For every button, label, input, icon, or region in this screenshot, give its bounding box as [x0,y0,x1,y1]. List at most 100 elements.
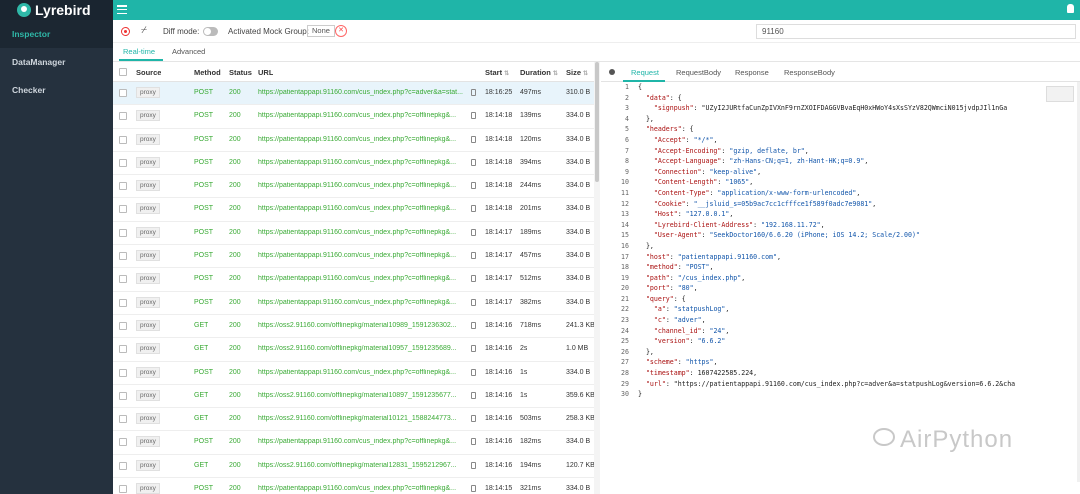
row-checkbox[interactable] [119,158,127,167]
table-row[interactable]: proxy GET 200 https://oss2.91160.com/offlin… [113,315,599,339]
url-cell[interactable]: https://patientappapi.91160.com/cus_inde… [258,299,468,306]
url-cell[interactable]: https://patientappapi.91160.com/cus_inde… [258,369,468,376]
table-row[interactable]: proxy POST 200 https://patientappapi.91160.… [113,478,599,494]
row-checkbox[interactable] [119,415,127,424]
copy-icon[interactable] [471,158,476,166]
table-row[interactable]: proxy POST 200 https://patientappapi.91160.… [113,362,599,385]
url-cell[interactable]: https://patientappapi.91160.com/cus_inde… [258,275,468,282]
table-row[interactable]: proxy POST 200 https://patientappapi.91160.… [113,268,599,292]
copy-icon[interactable] [471,438,476,446]
record-icon[interactable] [121,27,130,36]
column-header-start[interactable]: Start ⇅ [485,68,509,77]
table-row[interactable]: proxy POST 200 https://patientappapi.91160.… [113,222,599,246]
table-row[interactable]: proxy POST 200 https://patientappapi.91160.… [113,245,599,269]
copy-icon[interactable] [471,321,476,329]
clear-icon[interactable]: ⌿ [141,25,147,36]
copy-icon[interactable] [471,112,476,120]
table-row[interactable]: proxy GET 200 https://oss2.91160.com/offlin… [113,385,599,409]
notification-bell-icon[interactable] [1067,4,1074,13]
mock-group-value[interactable]: None [307,25,335,37]
copy-icon[interactable] [471,228,476,236]
table-row[interactable]: proxy POST 200 https://patientappapi.91160.… [113,431,599,455]
table-row[interactable]: proxy POST 200 https://patientappapi.91160.… [113,175,599,199]
url-cell[interactable]: https://patientappapi.91160.com/cus_inde… [258,205,468,212]
url-cell[interactable]: https://patientappapi.91160.com/cus_inde… [258,159,468,166]
tab-request[interactable]: Request [631,68,659,77]
menu-toggle-icon[interactable] [117,5,127,14]
row-checkbox[interactable] [119,135,127,144]
row-checkbox[interactable] [119,368,127,377]
url-cell[interactable]: https://patientappapi.91160.com/cus_inde… [258,136,468,143]
row-checkbox[interactable] [119,321,127,330]
url-cell[interactable]: https://oss2.91160.com/offlinepkg/materi… [258,345,468,352]
scrollbar-thumb[interactable] [595,62,599,182]
row-checkbox[interactable] [119,228,127,237]
row-checkbox[interactable] [119,182,127,191]
url-cell[interactable]: https://patientappapi.91160.com/cus_inde… [258,485,468,492]
sort-icon[interactable]: ⇅ [504,71,509,77]
row-checkbox[interactable] [119,205,127,214]
code-minimap[interactable] [1046,86,1074,102]
row-checkbox[interactable] [119,438,127,447]
table-row[interactable]: proxy POST 200 https://patientappapi.91160.… [113,152,599,176]
copy-icon[interactable] [471,298,476,306]
copy-icon[interactable] [471,391,476,399]
table-row[interactable]: proxy GET 200 https://oss2.91160.com/offlin… [113,408,599,432]
sort-icon[interactable]: ⇅ [583,71,588,77]
clear-mock-group-icon[interactable]: ✕ [335,25,347,37]
copy-icon[interactable] [471,89,476,96]
tab-request-body[interactable]: RequestBody [676,68,721,77]
row-checkbox[interactable] [119,275,127,284]
row-checkbox[interactable] [119,485,127,494]
table-row[interactable]: proxy POST 200 https://patientappapi.91160.… [113,292,599,315]
select-all-checkbox[interactable] [119,68,127,76]
table-row[interactable]: proxy POST 200 https://patientappapi.91160.… [113,105,599,129]
tab-response[interactable]: Response [735,68,769,77]
column-header-source[interactable]: Source [136,68,161,77]
url-cell[interactable]: https://patientappapi.91160.com/cus_inde… [258,112,468,119]
row-checkbox[interactable] [119,345,127,354]
tab-response-body[interactable]: ResponseBody [784,68,835,77]
url-cell[interactable]: https://oss2.91160.com/offlinepkg/materi… [258,322,468,329]
tab-advanced[interactable]: Advanced [172,47,205,56]
copy-icon[interactable] [471,252,476,260]
row-checkbox[interactable] [119,89,127,97]
copy-icon[interactable] [471,182,476,190]
url-cell[interactable]: https://patientappapi.91160.com/cus_inde… [258,252,468,259]
table-row[interactable]: proxy GET 200 https://oss2.91160.com/offlin… [113,338,599,362]
sidebar-item-checker[interactable]: Checker [0,76,113,104]
table-row[interactable]: proxy POST 200 https://patientappapi.91160.… [113,198,599,222]
sort-icon[interactable]: ⇅ [553,71,558,77]
table-row[interactable]: proxy POST 200 https://patientappapi.91160.… [113,82,599,106]
table-row[interactable]: proxy POST 200 https://patientappapi.91160.… [113,129,599,152]
copy-icon[interactable] [471,205,476,213]
copy-icon[interactable] [471,135,476,143]
copy-icon[interactable] [471,368,476,376]
url-cell[interactable]: https://patientappapi.91160.com/cus_inde… [258,89,468,96]
search-input[interactable]: 91160 [756,24,1076,39]
column-header-duration[interactable]: Duration ⇅ [520,68,558,77]
row-checkbox[interactable] [119,391,127,400]
request-list-scrollbar[interactable] [594,62,600,494]
column-header-url[interactable]: URL [258,68,273,77]
url-cell[interactable]: https://oss2.91160.com/offlinepkg/materi… [258,392,468,399]
copy-icon[interactable] [471,485,476,493]
sidebar-item-datamanager[interactable]: DataManager [0,48,113,76]
code-content[interactable]: { "data": { "signpush": "UZyI2JURtfaCunZ… [638,82,1050,400]
copy-icon[interactable] [471,415,476,423]
row-checkbox[interactable] [119,461,127,470]
url-cell[interactable]: https://oss2.91160.com/offlinepkg/materi… [258,415,468,422]
column-header-status[interactable]: Status [229,68,252,77]
url-cell[interactable]: https://oss2.91160.com/offlinepkg/materi… [258,462,468,469]
url-cell[interactable]: https://patientappapi.91160.com/cus_inde… [258,229,468,236]
row-checkbox[interactable] [119,112,127,121]
column-header-size[interactable]: Size ⇅ [566,68,588,77]
copy-icon[interactable] [471,275,476,283]
copy-icon[interactable] [471,461,476,469]
diff-mode-toggle[interactable] [203,27,218,36]
url-cell[interactable]: https://patientappapi.91160.com/cus_inde… [258,182,468,189]
copy-icon[interactable] [471,345,476,353]
url-cell[interactable]: https://patientappapi.91160.com/cus_inde… [258,438,468,445]
sidebar-item-inspector[interactable]: Inspector [0,20,113,48]
column-header-method[interactable]: Method [194,68,221,77]
